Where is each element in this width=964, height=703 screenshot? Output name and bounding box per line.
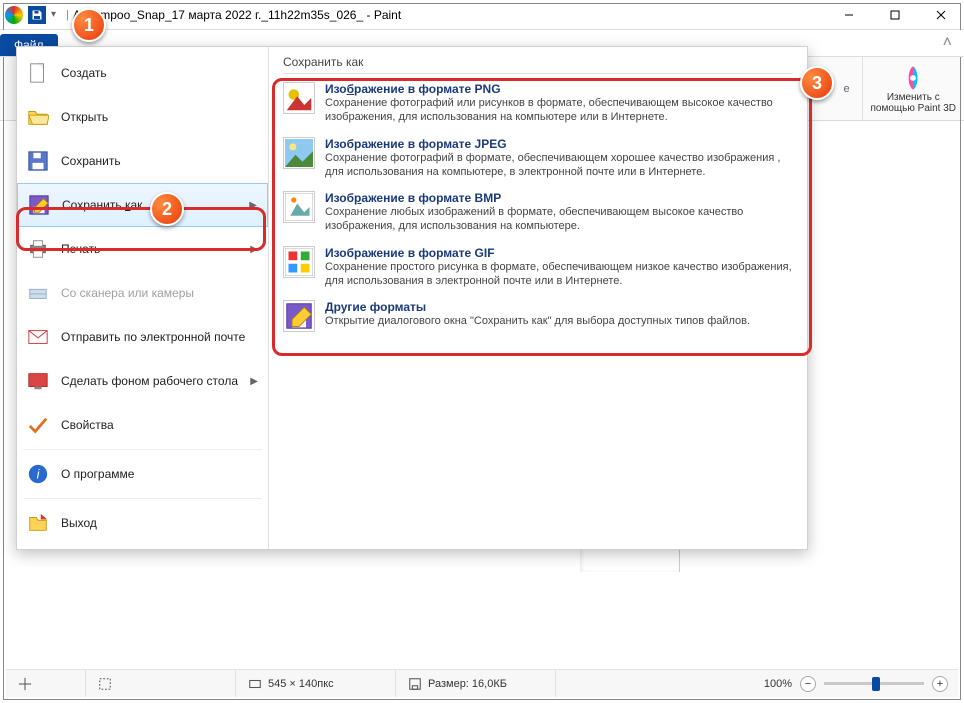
checkmark-icon (27, 414, 49, 436)
format-other[interactable]: Другие форматы Открытие диалогового окна… (283, 300, 793, 332)
format-png-title: Изображение в формате PNG (325, 82, 793, 96)
wallpaper-icon (27, 370, 49, 392)
format-gif-title: Изображение в формате GIF (325, 246, 793, 260)
menu-divider (23, 498, 262, 499)
gif-icon (283, 246, 315, 278)
save-icon (27, 150, 49, 172)
format-bmp-title: Изображение в формате BMP (325, 191, 793, 205)
format-jpeg-title: Изображение в формате JPEG (325, 137, 793, 151)
menu-create[interactable]: Создать (17, 51, 268, 95)
menu-wallpaper-label: Сделать фоном рабочего стола (61, 374, 238, 388)
menu-properties-label: Свойства (61, 418, 114, 432)
menu-save-label: Сохранить (61, 154, 121, 168)
menu-save[interactable]: Сохранить (17, 139, 268, 183)
format-bmp-desc: Сохранение любых изображений в формате, … (325, 205, 793, 234)
status-dimensions: 545 × 140пкс (236, 670, 396, 697)
menu-save-as[interactable]: Сохранить как ▶ (17, 183, 268, 227)
bmp-icon (283, 191, 315, 223)
annotation-badge-1: 1 (72, 8, 106, 42)
dimensions-icon (248, 677, 262, 691)
png-icon (283, 82, 315, 114)
menu-exit[interactable]: Выход (17, 501, 268, 545)
format-other-title: Другие форматы (325, 300, 750, 314)
menu-about-label: О программе (61, 467, 134, 481)
zoom-thumb[interactable] (872, 677, 880, 691)
menu-send-email[interactable]: Отправить по электронной почте (17, 315, 268, 359)
format-png[interactable]: Изображение в формате PNG Сохранение фот… (283, 82, 793, 125)
menu-create-label: Создать (61, 66, 107, 80)
menu-divider (23, 449, 262, 450)
exit-icon (27, 512, 49, 534)
menu-print[interactable]: Печать ▶ (17, 227, 268, 271)
menu-wallpaper[interactable]: Сделать фоном рабочего стола ▶ (17, 359, 268, 403)
chevron-right-icon: ▶ (250, 244, 258, 255)
menu-open[interactable]: Открыть (17, 95, 268, 139)
jpeg-icon (283, 137, 315, 169)
menu-open-label: Открыть (61, 110, 108, 124)
status-filesize: Размер: 16,0КБ (396, 670, 556, 697)
collapse-ribbon-icon[interactable]: ˄ (931, 30, 964, 56)
save-as-submenu: Сохранить как Изображение в формате PNG … (269, 47, 807, 549)
other-formats-icon (283, 300, 315, 332)
menu-scanner-label: Со сканера или камеры (61, 286, 194, 300)
zoom-out-button[interactable]: − (800, 676, 816, 692)
zoom-controls: 100% − + (754, 676, 958, 692)
menu-save-as-label: Сохранить как (62, 198, 142, 212)
status-dimensions-value: 545 × 140пкс (268, 678, 334, 690)
menu-print-label: Печать (61, 242, 100, 256)
file-menu-left: Создать Открыть Сохранить Сохранить как … (17, 47, 269, 549)
status-filesize-value: Размер: 16,0КБ (428, 678, 507, 690)
annotation-badge-3: 3 (800, 66, 834, 100)
printer-icon (27, 238, 49, 260)
format-bmp[interactable]: Изображение в формате BMP Сохранение люб… (283, 191, 793, 234)
chevron-right-icon: ▶ (249, 200, 257, 211)
chevron-right-icon: ▶ (250, 376, 258, 387)
format-gif[interactable]: Изображение в формате GIF Сохранение про… (283, 246, 793, 289)
format-jpeg-desc: Сохранение фотографий в формате, обеспеч… (325, 151, 793, 180)
format-jpeg[interactable]: Изображение в формате JPEG Сохранение фо… (283, 137, 793, 180)
status-selection (86, 670, 236, 697)
disk-icon (408, 677, 422, 691)
scanner-icon (27, 282, 49, 304)
menu-scanner: Со сканера или камеры (17, 271, 268, 315)
format-gif-desc: Сохранение простого рисунка в формате, о… (325, 260, 793, 289)
format-png-desc: Сохранение фотографий или рисунков в фор… (325, 96, 793, 125)
email-icon (27, 326, 49, 348)
file-menu: Создать Открыть Сохранить Сохранить как … (16, 46, 808, 550)
new-file-icon (27, 62, 49, 84)
info-icon: i (27, 463, 49, 485)
zoom-in-button[interactable]: + (932, 676, 948, 692)
format-other-desc: Открытие диалогового окна "Сохранить как… (325, 314, 750, 328)
menu-about[interactable]: i О программе (17, 452, 268, 496)
annotation-badge-2: 2 (150, 192, 184, 226)
menu-properties[interactable]: Свойства (17, 403, 268, 447)
status-cursor (6, 670, 86, 697)
submenu-header: Сохранить как (283, 55, 793, 74)
save-as-icon (28, 194, 50, 216)
zoom-percentage: 100% (764, 678, 792, 690)
zoom-slider[interactable] (824, 682, 924, 685)
cursor-pos-icon (18, 677, 32, 691)
open-folder-icon (27, 106, 49, 128)
selection-icon (98, 677, 112, 691)
menu-send-email-label: Отправить по электронной почте (61, 330, 245, 344)
statusbar: 545 × 140пкс Размер: 16,0КБ 100% − + (6, 669, 958, 697)
menu-exit-label: Выход (61, 516, 97, 530)
